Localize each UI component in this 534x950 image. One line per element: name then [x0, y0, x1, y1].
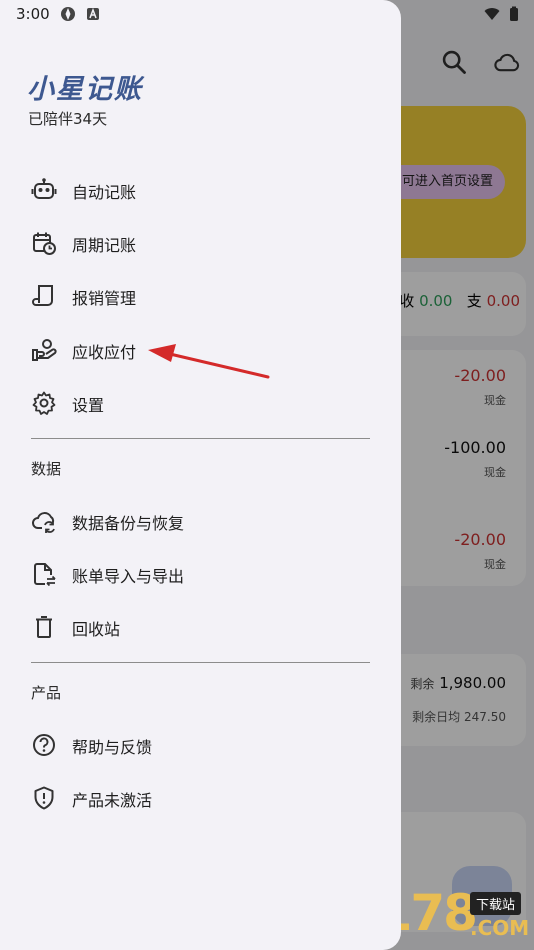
hand-coin-icon	[31, 337, 57, 363]
menu-label: 自动记账	[72, 183, 137, 202]
menu-item-recycle-bin[interactable]: 回收站	[0, 602, 401, 652]
menu-label: 数据备份与恢复	[72, 514, 185, 533]
menu-item-receivables-payables[interactable]: 应收应付	[0, 325, 401, 375]
shield-alert-icon	[31, 785, 57, 811]
vpn-icon	[60, 6, 76, 22]
menu-label: 帮助与反馈	[72, 738, 153, 757]
companion-days: 已陪伴34天	[28, 110, 108, 128]
file-transfer-icon	[31, 561, 57, 587]
menu-item-auto-bookkeeping[interactable]: 自动记账	[0, 165, 401, 215]
wifi-icon	[484, 6, 500, 22]
menu-label: 账单导入与导出	[72, 567, 185, 586]
divider	[31, 438, 370, 439]
status-time: 3:00	[16, 5, 50, 23]
menu-label: 报销管理	[72, 289, 137, 308]
section-title-data: 数据	[31, 460, 62, 478]
battery-icon	[506, 6, 522, 22]
watermark-tag: 下载站	[470, 892, 522, 915]
help-circle-icon	[31, 732, 57, 758]
cloud-sync-icon	[31, 508, 57, 534]
gear-icon	[31, 390, 57, 416]
calendar-clock-icon	[31, 230, 57, 256]
menu-label: 设置	[72, 396, 105, 415]
menu-label: 应收应付	[72, 343, 137, 362]
menu-label: 周期记账	[72, 236, 137, 255]
menu-item-settings[interactable]: 设置	[0, 378, 401, 428]
notification-icon	[85, 6, 101, 22]
section-title-product: 产品	[31, 684, 62, 702]
menu-label: 回收站	[72, 620, 121, 639]
menu-label: 产品未激活	[72, 791, 153, 810]
menu-item-activation[interactable]: 产品未激活	[0, 773, 401, 823]
menu-item-backup-restore[interactable]: 数据备份与恢复	[0, 496, 401, 546]
divider	[31, 662, 370, 663]
trash-icon	[31, 614, 57, 640]
menu-item-help-feedback[interactable]: 帮助与反馈	[0, 720, 401, 770]
navigation-drawer: 3:00 小星记账 已陪伴34天 自动记账 周期记账 报销管理 应收应付 设置 …	[0, 0, 518, 950]
menu-item-recurring[interactable]: 周期记账	[0, 218, 401, 268]
watermark-domain: .COM	[470, 916, 530, 940]
status-bar: 3:00	[0, 0, 518, 30]
menu-item-import-export[interactable]: 账单导入与导出	[0, 549, 401, 599]
robot-icon	[31, 177, 57, 203]
receipt-icon	[31, 283, 57, 309]
app-title: 小星记账	[27, 74, 143, 105]
menu-item-reimbursement[interactable]: 报销管理	[0, 271, 401, 321]
